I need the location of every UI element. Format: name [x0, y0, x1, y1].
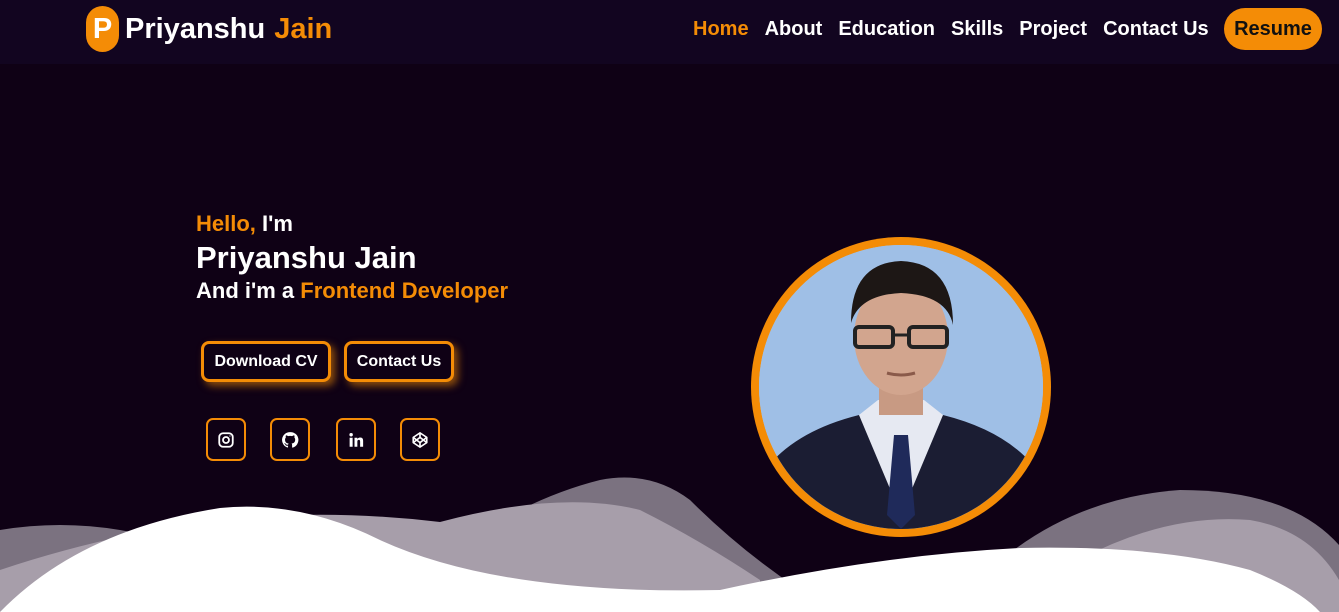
nav-item-home[interactable]: Home [693, 17, 749, 41]
nav-item-contact[interactable]: Contact Us [1103, 17, 1209, 41]
nav-item-skills[interactable]: Skills [951, 17, 1003, 41]
hero-name: Priyanshu Jain [196, 240, 417, 275]
hero-intro: Hello, I'm Priyanshu Jain And i'm a Fron… [196, 210, 508, 305]
hero-role-line: And i'm a Frontend Developer [196, 277, 508, 305]
hero-greeting-rest: I'm [262, 211, 293, 236]
brand-first-name: Priyanshu [125, 12, 266, 45]
hero-greeting: Hello, I'm [196, 210, 508, 238]
codepen-link[interactable] [400, 418, 440, 461]
codepen-icon [412, 431, 428, 448]
hero-role: Frontend Developer [300, 278, 509, 303]
linkedin-icon [349, 432, 364, 447]
hero-greeting-accent: Hello, [196, 211, 256, 236]
contact-us-button[interactable]: Contact Us [344, 341, 454, 382]
github-link[interactable] [270, 418, 310, 461]
instagram-link[interactable] [206, 418, 246, 461]
nav-item-about[interactable]: About [765, 17, 823, 41]
resume-button[interactable]: Resume [1224, 8, 1322, 50]
brand-name: Priyanshu Jain [125, 13, 332, 46]
nav-item-project[interactable]: Project [1019, 17, 1087, 41]
github-icon [282, 431, 299, 448]
navbar: P Priyanshu Jain Home About Education Ski… [0, 0, 1339, 64]
hero-role-prefix: And i'm a [196, 278, 295, 303]
nav-item-education[interactable]: Education [838, 17, 935, 41]
brand-initial-badge: P [86, 6, 119, 52]
nav-links: Home About Education Skills Project Cont… [693, 17, 1209, 41]
brand-logo[interactable]: P Priyanshu Jain [86, 6, 332, 52]
linkedin-link[interactable] [336, 418, 376, 461]
decorative-waves [0, 477, 1339, 612]
download-cv-button[interactable]: Download CV [201, 341, 331, 382]
instagram-icon [218, 431, 234, 448]
brand-last-name: Jain [274, 12, 333, 45]
